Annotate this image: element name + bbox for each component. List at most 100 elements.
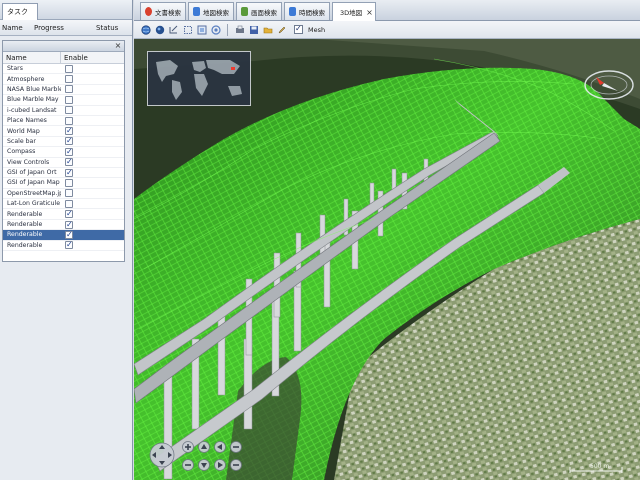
tab-label: 時間検索 [299, 8, 325, 17]
layer-row[interactable]: i-cubed Landsat [3, 106, 124, 116]
tab-3d-map[interactable]: 3D地図 × [332, 2, 376, 21]
layer-enable-checkbox[interactable] [65, 189, 73, 198]
layer-name: Scale bar [7, 137, 36, 145]
3d-map-viewport[interactable]: 500 m [134, 39, 640, 480]
zoom-region-icon[interactable] [196, 24, 207, 35]
toolbar-separator [227, 23, 228, 36]
layer-header-enable[interactable]: Enable [61, 52, 124, 63]
layer-name: Blue Marble May [7, 96, 59, 104]
layer-enable-checkbox[interactable] [65, 178, 73, 187]
layer-row[interactable]: Renderable [3, 209, 124, 220]
compass-icon[interactable] [582, 67, 636, 103]
layer-row[interactable]: Scale bar [3, 136, 124, 148]
layer-enable-checkbox[interactable] [65, 168, 73, 177]
layer-row[interactable]: Renderable [3, 220, 124, 231]
tab-time-search[interactable]: 時間検索 [284, 2, 330, 20]
layer-row[interactable]: View Controls [3, 157, 124, 168]
tab-document-search[interactable]: 文書検索 [140, 2, 186, 20]
tab-map-search[interactable]: 地図検索 [188, 2, 234, 20]
layer-row[interactable]: GSI of Japan Ort [3, 168, 124, 179]
globe-icon[interactable] [140, 24, 151, 35]
layer-row[interactable]: GSI of Japan Map [3, 178, 124, 189]
layer-window-titlebar: × [3, 41, 124, 52]
layer-name: World Map [7, 127, 40, 135]
layer-list: Stars Atmosphere NASA Blue Marble Blue Marb… [3, 64, 124, 252]
layer-enable-checkbox[interactable] [65, 240, 73, 250]
layer-name: i-cubed Landsat [7, 106, 57, 114]
mesh-label: Mesh [308, 25, 326, 34]
layer-row[interactable]: OpenStreetMap.jp [3, 189, 124, 200]
layer-enable-checkbox[interactable] [65, 199, 73, 208]
layers-icon[interactable] [210, 24, 221, 35]
layer-name: Renderable [7, 221, 43, 229]
layer-row[interactable]: NASA Blue Marble [3, 85, 124, 96]
layer-enable-checkbox[interactable] [65, 95, 73, 104]
tab-screen-search[interactable]: 画面検索 [236, 2, 282, 20]
layer-row[interactable]: Blue Marble May [3, 95, 124, 106]
layer-enable-checkbox[interactable] [65, 136, 73, 146]
layer-enable-checkbox[interactable] [65, 85, 73, 94]
layer-enable-checkbox[interactable] [65, 126, 73, 136]
layer-row[interactable]: Renderable [3, 240, 124, 252]
layer-name: Renderable [7, 241, 43, 249]
edit-icon[interactable] [276, 24, 287, 35]
layer-name: Stars [7, 65, 23, 73]
layer-name: OpenStreetMap.jp [7, 189, 61, 197]
layer-row[interactable]: Place Names [3, 116, 124, 127]
tab-label: 地図検索 [203, 8, 229, 17]
column-progress[interactable]: Progress [34, 24, 64, 32]
layer-list-window: × Name Enable Stars Atmosphere NASA Blue M… [2, 40, 125, 262]
layer-name: Compass [7, 148, 36, 156]
layer-name: Renderable [7, 231, 43, 239]
layer-enable-checkbox[interactable] [65, 209, 73, 219]
task-column-header: Name Progress Status [0, 20, 132, 36]
layer-name: GSI of Japan Ort [7, 169, 57, 177]
layer-name: Place Names [7, 117, 47, 125]
document-tabbar: 文書検索 地図検索 画面検索 時間検索 3D地図 × [134, 0, 640, 21]
layer-row[interactable]: Stars [3, 64, 124, 75]
layer-name: Renderable [7, 210, 43, 218]
pan-icon[interactable] [168, 24, 179, 35]
document-search-icon [145, 7, 152, 16]
layer-enable-checkbox[interactable] [65, 75, 73, 84]
layer-row[interactable]: Atmosphere [3, 74, 124, 85]
layer-enable-checkbox[interactable] [65, 106, 73, 115]
save-icon[interactable] [248, 24, 259, 35]
print-icon[interactable] [234, 24, 245, 35]
world-map-icon [148, 52, 250, 105]
layer-enable-checkbox[interactable] [65, 147, 73, 156]
select-icon[interactable] [182, 24, 193, 35]
tab-label: 文書検索 [155, 8, 181, 17]
map-search-icon [193, 7, 200, 16]
tab-task[interactable]: タスク [2, 3, 38, 20]
view-controls [148, 437, 248, 475]
layer-enable-checkbox[interactable] [65, 230, 73, 239]
layer-name: View Controls [7, 158, 50, 166]
globe-dark-icon[interactable] [154, 24, 165, 35]
layer-row[interactable]: World Map [3, 126, 124, 137]
layer-row[interactable]: Lat-Lon Graticule [3, 199, 124, 210]
close-icon[interactable]: × [114, 42, 122, 50]
layer-enable-checkbox[interactable] [65, 157, 73, 167]
layer-header-name[interactable]: Name [3, 52, 61, 63]
layer-enable-checkbox[interactable] [65, 220, 73, 229]
layer-enable-checkbox[interactable] [65, 64, 73, 73]
layer-name: NASA Blue Marble [7, 85, 61, 93]
folder-icon[interactable] [262, 24, 273, 35]
world-minimap[interactable] [147, 51, 251, 106]
layer-enable-checkbox[interactable] [65, 116, 73, 125]
map-toolbar: Mesh [134, 21, 640, 39]
screen-search-icon [241, 7, 248, 16]
scale-bar-label: 500 m [590, 463, 610, 470]
mesh-checkbox[interactable] [294, 24, 303, 34]
column-status[interactable]: Status [96, 24, 118, 32]
layer-name: Atmosphere [7, 75, 45, 83]
layer-table-header: Name Enable [3, 52, 124, 64]
layer-row[interactable]: Renderable [3, 230, 124, 241]
minimap-location-marker [231, 67, 235, 70]
column-name[interactable]: Name [2, 24, 23, 32]
task-panel: タスク Name Progress Status × Name Enable S… [0, 0, 133, 480]
layer-row[interactable]: Compass [3, 147, 124, 158]
tab-label: 画面検索 [251, 8, 277, 17]
tab-close-icon[interactable]: × [366, 8, 373, 17]
